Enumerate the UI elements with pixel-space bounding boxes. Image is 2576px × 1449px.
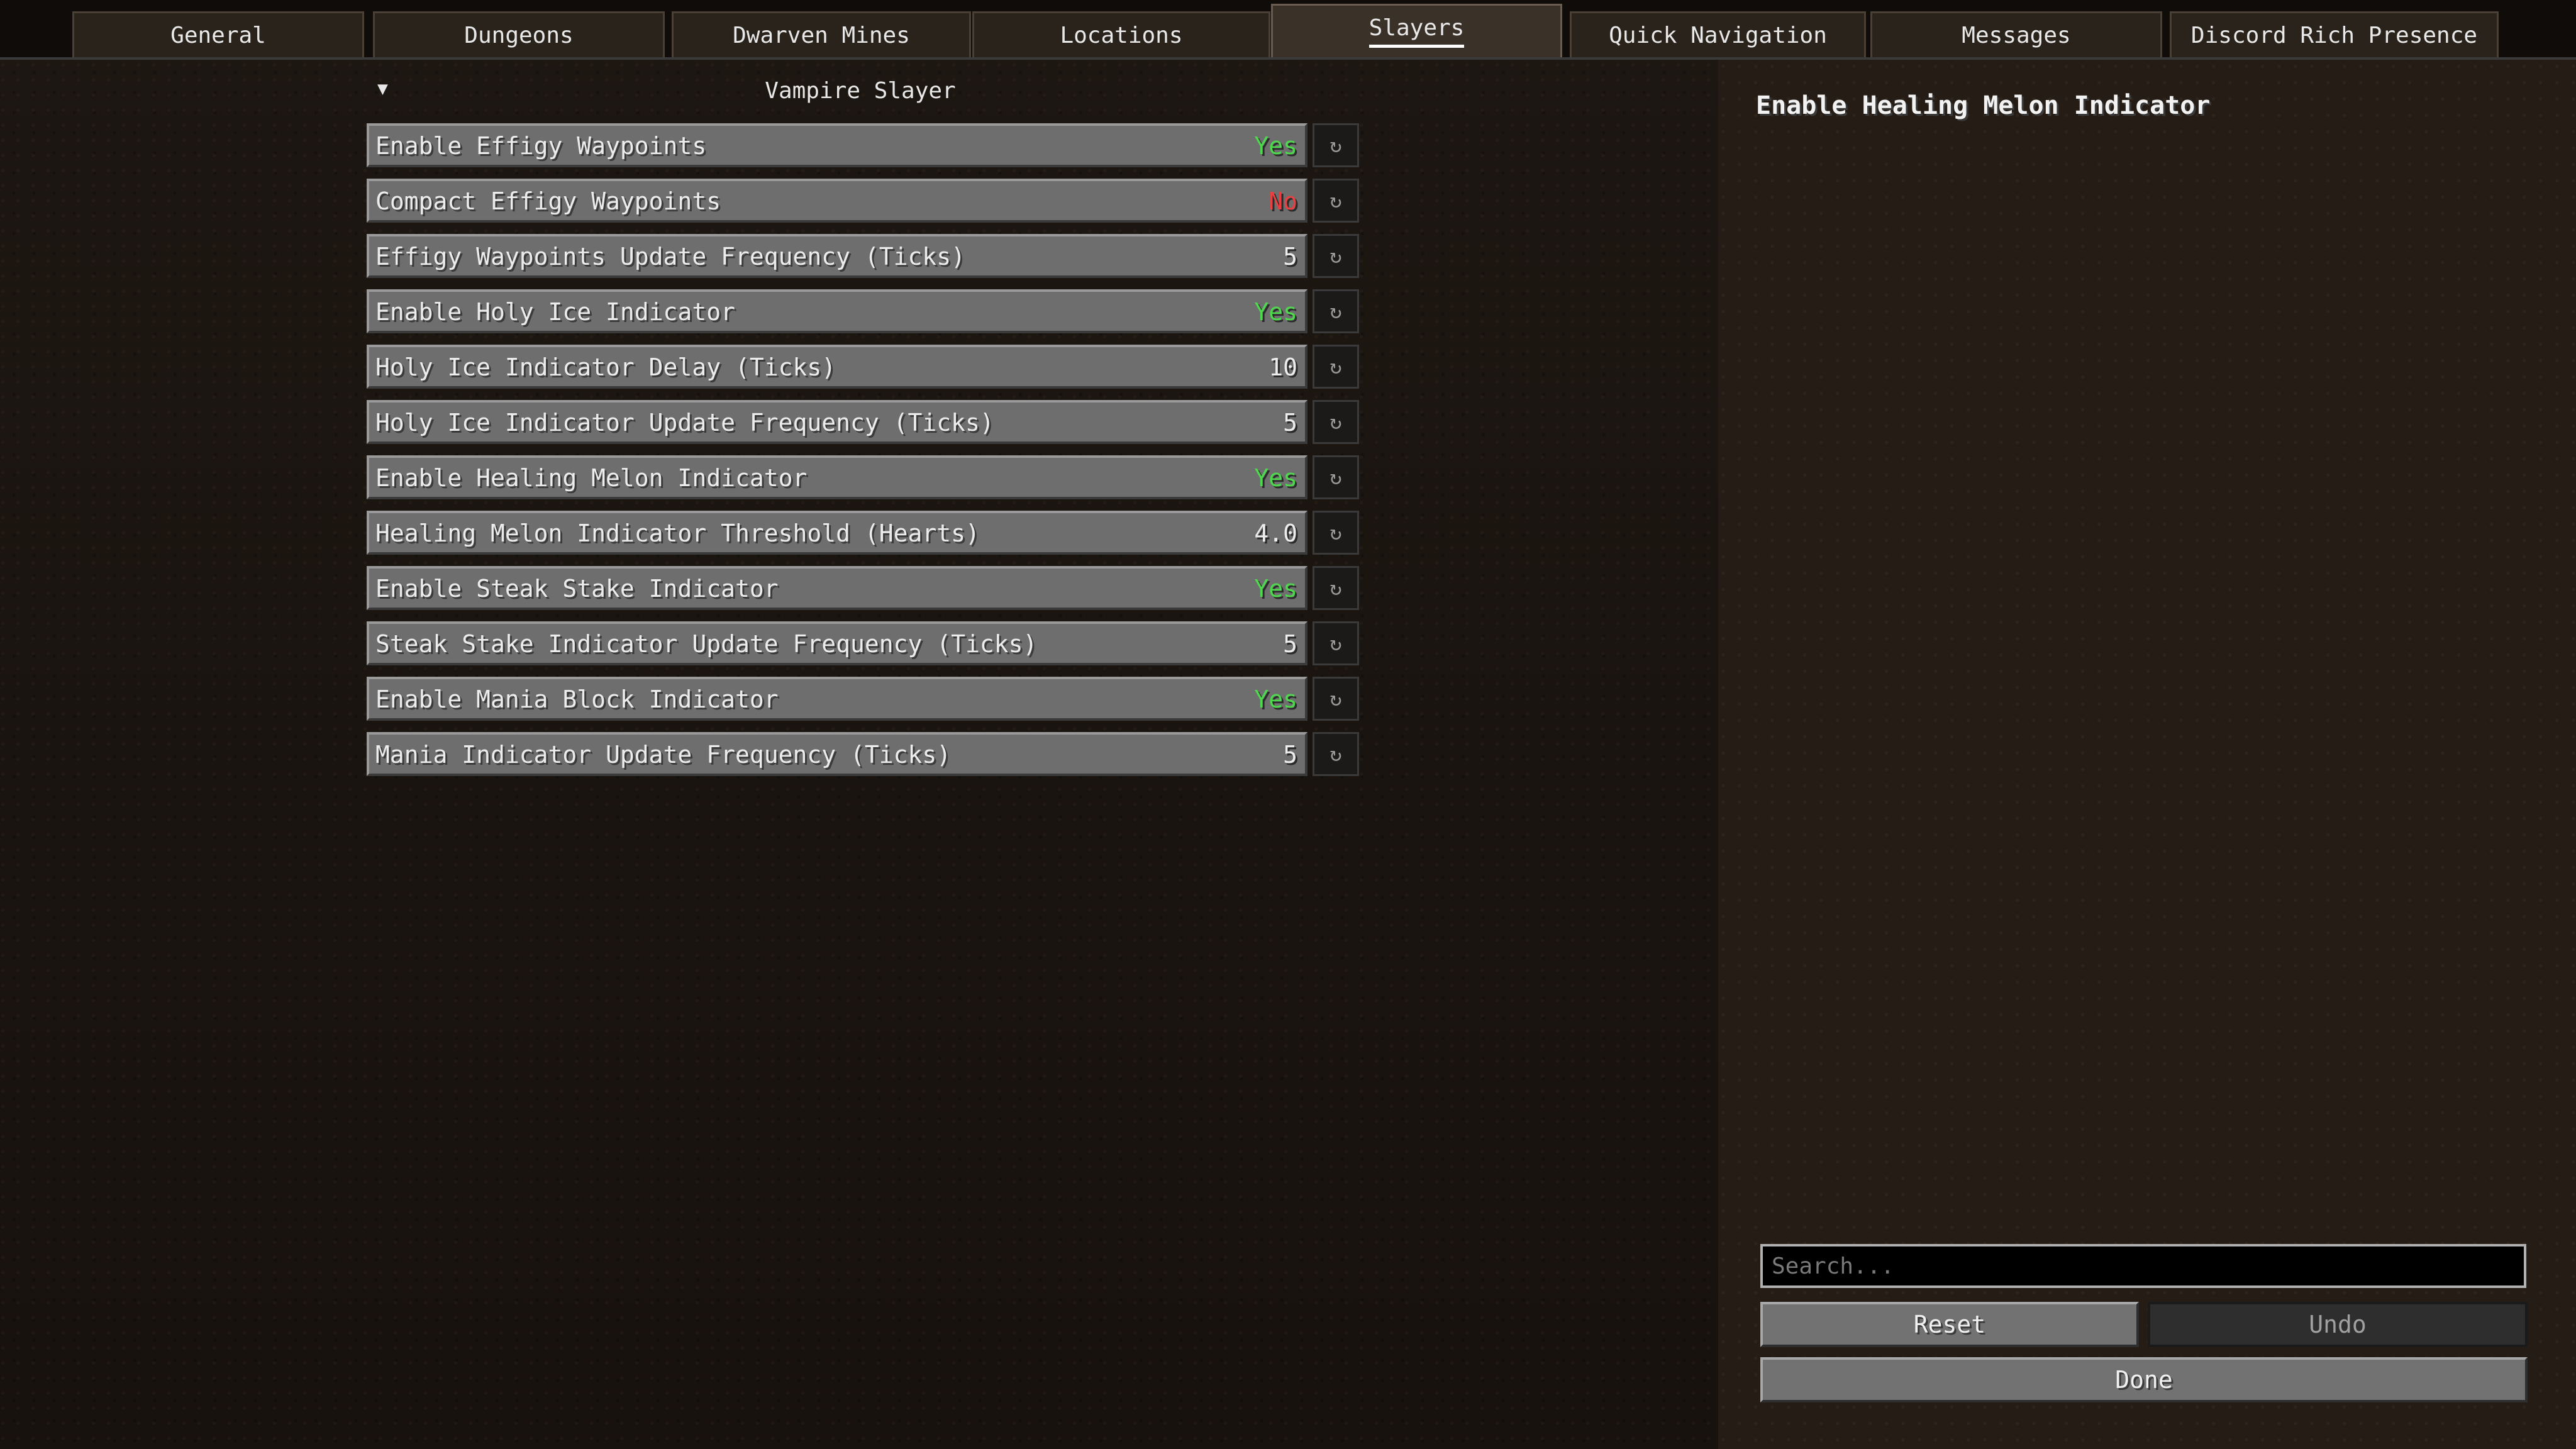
tab-label: Dungeons bbox=[464, 22, 574, 48]
reset-option-icon[interactable]: ↻ bbox=[1313, 677, 1359, 721]
option-label: Effigy Waypoints Update Frequency (Ticks… bbox=[375, 243, 965, 270]
search-input[interactable] bbox=[1760, 1244, 2526, 1288]
reset-option-icon[interactable]: ↻ bbox=[1313, 566, 1359, 610]
option-row[interactable]: Enable Effigy Waypoints Yes bbox=[367, 123, 1307, 167]
group-title: Vampire Slayer bbox=[765, 78, 956, 104]
reset-option-icon[interactable]: ↻ bbox=[1313, 732, 1359, 776]
reset-option-icon[interactable]: ↻ bbox=[1313, 289, 1359, 333]
option-row[interactable]: Holy Ice Indicator Delay (Ticks) 10 bbox=[367, 345, 1307, 389]
option-value[interactable]: 5 bbox=[1283, 741, 1297, 769]
group-header[interactable]: ▼ Vampire Slayer bbox=[364, 77, 1357, 108]
option-value[interactable]: 5 bbox=[1283, 630, 1297, 658]
reset-option-icon[interactable]: ↻ bbox=[1313, 345, 1359, 389]
option-row[interactable]: Enable Mania Block Indicator Yes bbox=[367, 677, 1307, 721]
option-label: Holy Ice Indicator Update Frequency (Tic… bbox=[375, 409, 994, 436]
reset-option-icon[interactable]: ↻ bbox=[1313, 455, 1359, 499]
reset-option-icon[interactable]: ↻ bbox=[1313, 179, 1359, 223]
tab-discord-rich-presence[interactable]: Discord Rich Presence bbox=[2170, 11, 2499, 57]
reset-button[interactable]: Reset bbox=[1760, 1302, 2139, 1347]
tab-label: Quick Navigation bbox=[1609, 22, 1827, 48]
reset-option-icon[interactable]: ↻ bbox=[1313, 511, 1359, 555]
option-row[interactable]: Effigy Waypoints Update Frequency (Ticks… bbox=[367, 234, 1307, 278]
option-value[interactable]: 10 bbox=[1269, 353, 1297, 381]
tab-general[interactable]: General bbox=[72, 11, 364, 57]
tab-dungeons[interactable]: Dungeons bbox=[373, 11, 665, 57]
option-row[interactable]: Healing Melon Indicator Threshold (Heart… bbox=[367, 511, 1307, 555]
tab-dwarven-mines[interactable]: Dwarven Mines bbox=[672, 11, 971, 57]
tab-bar: General Dungeons Dwarven Mines Locations Sla… bbox=[0, 0, 2576, 60]
option-label: Enable Steak Stake Indicator bbox=[375, 575, 779, 602]
option-row[interactable]: Compact Effigy Waypoints No bbox=[367, 179, 1307, 223]
option-label: Enable Holy Ice Indicator bbox=[375, 298, 735, 326]
tab-locations[interactable]: Locations bbox=[972, 11, 1270, 57]
option-row[interactable]: Enable Holy Ice Indicator Yes bbox=[367, 289, 1307, 333]
option-label: Holy Ice Indicator Delay (Ticks) bbox=[375, 353, 836, 381]
tab-label: Slayers bbox=[1368, 15, 1465, 48]
option-value[interactable]: 5 bbox=[1283, 243, 1297, 270]
option-label: Enable Effigy Waypoints bbox=[375, 132, 707, 160]
tab-messages[interactable]: Messages bbox=[1870, 11, 2162, 57]
option-label: Mania Indicator Update Frequency (Ticks) bbox=[375, 741, 952, 769]
option-row[interactable]: Steak Stake Indicator Update Frequency (… bbox=[367, 621, 1307, 665]
option-label: Enable Healing Melon Indicator bbox=[375, 464, 808, 492]
reset-option-icon[interactable]: ↻ bbox=[1313, 621, 1359, 665]
tab-label: Dwarven Mines bbox=[733, 22, 910, 48]
option-value[interactable]: 5 bbox=[1283, 409, 1297, 436]
option-value[interactable]: Yes bbox=[1254, 298, 1297, 326]
reset-option-icon[interactable]: ↻ bbox=[1313, 234, 1359, 278]
tab-quick-navigation[interactable]: Quick Navigation bbox=[1570, 11, 1866, 57]
tab-label: Locations bbox=[1060, 22, 1183, 48]
option-label: Steak Stake Indicator Update Frequency (… bbox=[375, 630, 1038, 658]
option-value[interactable]: Yes bbox=[1254, 464, 1297, 492]
option-row[interactable]: Mania Indicator Update Frequency (Ticks)… bbox=[367, 732, 1307, 776]
reset-option-icon[interactable]: ↻ bbox=[1313, 123, 1359, 167]
option-value[interactable]: 4.0 bbox=[1254, 519, 1297, 547]
tab-label: Discord Rich Presence bbox=[2190, 22, 2478, 48]
tab-label: Messages bbox=[1962, 22, 2071, 48]
option-value[interactable]: No bbox=[1269, 187, 1297, 215]
side-panel: Enable Healing Melon Indicator Reset Und… bbox=[1718, 60, 2576, 1449]
option-value[interactable]: Yes bbox=[1254, 132, 1297, 160]
tab-slayers[interactable]: Slayers bbox=[1271, 4, 1562, 57]
tab-label: General bbox=[170, 22, 266, 48]
option-label: Enable Mania Block Indicator bbox=[375, 686, 779, 713]
option-value[interactable]: Yes bbox=[1254, 575, 1297, 602]
selected-option-title: Enable Healing Melon Indicator bbox=[1756, 91, 2211, 120]
option-row[interactable]: Enable Steak Stake Indicator Yes bbox=[367, 566, 1307, 610]
done-button[interactable]: Done bbox=[1760, 1357, 2528, 1402]
option-row[interactable]: Enable Healing Melon Indicator Yes bbox=[367, 455, 1307, 499]
option-label: Healing Melon Indicator Threshold (Heart… bbox=[375, 519, 980, 547]
option-label: Compact Effigy Waypoints bbox=[375, 187, 721, 215]
reset-option-icon[interactable]: ↻ bbox=[1313, 400, 1359, 444]
option-value[interactable]: Yes bbox=[1254, 686, 1297, 713]
option-row[interactable]: Holy Ice Indicator Update Frequency (Tic… bbox=[367, 400, 1307, 444]
undo-button[interactable]: Undo bbox=[2148, 1302, 2528, 1347]
